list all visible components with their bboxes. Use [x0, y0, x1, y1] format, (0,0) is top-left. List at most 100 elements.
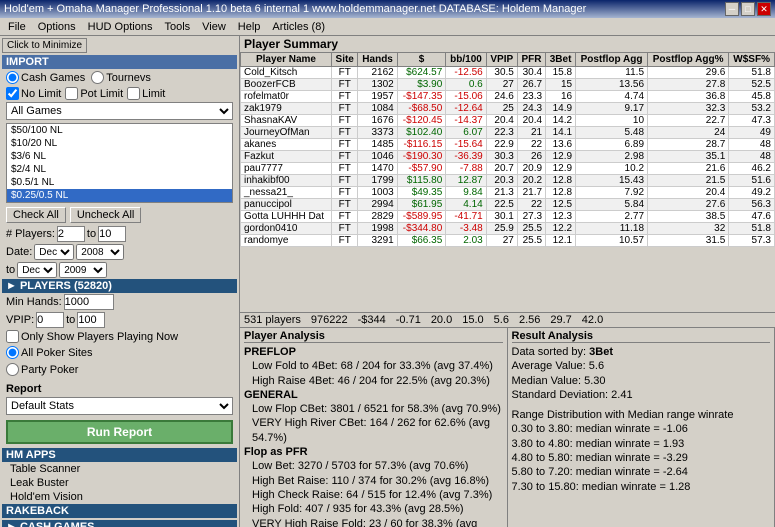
wssf-cell: 45.8 — [729, 91, 775, 103]
minimize-button[interactable]: ─ — [725, 2, 739, 16]
import-section[interactable]: IMPORT — [2, 55, 237, 69]
games-dropdown[interactable]: All Games — [6, 102, 233, 120]
vpip-cell: 21.3 — [486, 187, 517, 199]
col-hands[interactable]: Hands — [358, 53, 397, 67]
stakes-item-2[interactable]: $10/20 NL — [7, 137, 232, 150]
pot-limit-option[interactable]: Pot Limit — [65, 87, 123, 100]
vpip-from-input[interactable] — [36, 312, 64, 328]
col-player-name[interactable]: Player Name — [241, 53, 332, 67]
hm-apps-section[interactable]: HM APPS — [2, 448, 237, 462]
menu-tools[interactable]: Tools — [158, 20, 196, 34]
menu-hud-options[interactable]: HUD Options — [82, 20, 159, 34]
col-postflop-agg[interactable]: Postflop Agg — [576, 53, 648, 67]
players-to-input[interactable] — [98, 226, 126, 242]
no-limit-option[interactable]: No Limit — [6, 87, 61, 100]
col-vpip[interactable]: VPIP — [486, 53, 517, 67]
players-from-input[interactable] — [57, 226, 85, 242]
menu-options[interactable]: Options — [32, 20, 82, 34]
col-site[interactable]: Site — [331, 53, 357, 67]
table-row[interactable]: akanes FT 1485 -$116.15 -15.64 22.9 22 1… — [241, 139, 775, 151]
sorted-by: Data sorted by: 3Bet — [512, 345, 771, 359]
run-report-button[interactable]: Run Report — [6, 420, 233, 444]
menu-file[interactable]: File — [2, 20, 32, 34]
table-scanner-item[interactable]: Table Scanner — [2, 462, 237, 476]
col-pfr[interactable]: PFR — [517, 53, 545, 67]
table-row[interactable]: Gotta LUHHH Dat FT 2829 -$589.95 -41.71 … — [241, 211, 775, 223]
players-section-header[interactable]: ► PLAYERS (52820) — [2, 279, 237, 293]
menu-view[interactable]: View — [196, 20, 232, 34]
date-to-year-select[interactable]: 2009 — [59, 262, 107, 278]
table-row[interactable]: _nessa21_ FT 1003 $49.35 9.84 21.3 21.7 … — [241, 187, 775, 199]
date-from-year-select[interactable]: 2008 — [76, 244, 124, 260]
pfagg-pct-cell: 21.5 — [648, 175, 729, 187]
stakes-item-6[interactable]: $0.25/0.5 NL — [7, 189, 232, 202]
table-row[interactable]: zak1979 FT 1084 -$68.50 -12.64 25 24.3 1… — [241, 103, 775, 115]
maximize-button[interactable]: □ — [741, 2, 755, 16]
vpip-cell: 30.3 — [486, 151, 517, 163]
only-show-playing-option[interactable]: Only Show Players Playing Now — [6, 330, 233, 343]
pfr-cell: 27.3 — [517, 211, 545, 223]
vpip-cell: 20.4 — [486, 115, 517, 127]
table-row[interactable]: gordon0410 FT 1998 -$344.80 -3.48 25.9 2… — [241, 223, 775, 235]
vpip-cell: 25 — [486, 103, 517, 115]
table-row[interactable]: rofelmat0r FT 1957 -$147.35 -15.06 24.6 … — [241, 91, 775, 103]
money-cell: -$344.80 — [397, 223, 446, 235]
hands-cell: 1003 — [358, 187, 397, 199]
table-row[interactable]: randomye FT 3291 $66.35 2.03 27 25.5 12.… — [241, 235, 775, 247]
stakes-item-3[interactable]: $3/6 NL — [7, 150, 232, 163]
stakes-item-1[interactable]: $50/100 NL — [7, 124, 232, 137]
player-table-container[interactable]: Player Name Site Hands $ bb/100 VPIP PFR… — [240, 52, 775, 312]
rakeback-section[interactable]: RAKEBACK — [2, 504, 237, 518]
col-money[interactable]: $ — [397, 53, 446, 67]
menu-help[interactable]: Help — [232, 20, 267, 34]
wssf-cell: 48 — [729, 139, 775, 151]
pfagg-cell: 15.43 — [576, 175, 648, 187]
pfr-cell: 30.4 — [517, 67, 545, 79]
check-buttons: Check All Uncheck All — [2, 205, 237, 225]
stakes-item-5[interactable]: $0.5/1 NL — [7, 176, 232, 189]
table-row[interactable]: Cold_Kitsch FT 2162 $624.57 -12.56 30.5 … — [241, 67, 775, 79]
date-from-month-select[interactable]: Dec — [34, 244, 74, 260]
cash-games-section[interactable]: ► CASH GAMES — [2, 520, 237, 527]
tourneys-option[interactable]: Tournevs — [91, 71, 151, 84]
col-wssf[interactable]: W$SF% — [729, 53, 775, 67]
table-row[interactable]: JourneyOfMan FT 3373 $102.40 6.07 22.3 2… — [241, 127, 775, 139]
close-button[interactable]: ✕ — [757, 2, 771, 16]
site-cell: FT — [331, 199, 357, 211]
table-row[interactable]: pau7777 FT 1470 -$57.90 -7.88 20.7 20.9 … — [241, 163, 775, 175]
click-to-minimize-button[interactable]: Click to Minimize — [2, 38, 87, 53]
table-row[interactable]: ShasnaKAV FT 1676 -$120.45 -14.37 20.4 2… — [241, 115, 775, 127]
stakes-item-4[interactable]: $2/4 NL — [7, 163, 232, 176]
table-row[interactable]: BoozerFCB FT 1302 $3.90 0.6 27 26.7 15 1… — [241, 79, 775, 91]
menu-articles[interactable]: Articles (8) — [266, 20, 331, 34]
table-row[interactable]: Fazkut FT 1046 -$190.30 -36.39 30.3 26 1… — [241, 151, 775, 163]
date-to-month-select[interactable]: Dec — [17, 262, 57, 278]
table-row[interactable]: inhakibf00 FT 1799 $115.80 12.87 20.3 20… — [241, 175, 775, 187]
vpip-cell: 24.6 — [486, 91, 517, 103]
bb100-cell: 4.14 — [446, 199, 486, 211]
min-hands-input[interactable] — [64, 294, 114, 310]
check-all-button[interactable]: Check All — [6, 207, 66, 223]
threebet-cell: 16 — [546, 91, 576, 103]
cash-games-option[interactable]: Cash Games — [6, 71, 85, 84]
leak-buster-item[interactable]: Leak Buster — [2, 476, 237, 490]
money-cell: $102.40 — [397, 127, 446, 139]
stakes-list[interactable]: $50/100 NL $10/20 NL $3/6 NL $2/4 NL $0.… — [6, 123, 233, 203]
col-bb100[interactable]: bb/100 — [446, 53, 486, 67]
limit-option[interactable]: Limit — [127, 87, 165, 100]
site-cell: FT — [331, 235, 357, 247]
wssf-cell: 46.2 — [729, 163, 775, 175]
hands-cell: 2162 — [358, 67, 397, 79]
vpip-to-input[interactable] — [77, 312, 105, 328]
table-row[interactable]: panuccipol FT 2994 $61.95 4.14 22.5 22 1… — [241, 199, 775, 211]
all-sites-label[interactable]: All Poker Sites — [6, 346, 93, 359]
party-poker-label[interactable]: Party Poker — [6, 363, 78, 376]
col-postflop-agg-pct[interactable]: Postflop Agg% — [648, 53, 729, 67]
report-dropdown[interactable]: Default Stats — [6, 397, 233, 415]
min-hands-row: Min Hands: — [2, 293, 237, 311]
col-3bet[interactable]: 3Bet — [546, 53, 576, 67]
player-name-cell: inhakibf00 — [241, 175, 332, 187]
holdem-vision-item[interactable]: Hold'em Vision — [2, 490, 237, 504]
uncheck-all-button[interactable]: Uncheck All — [70, 207, 141, 223]
wssf-cell: 57.3 — [729, 235, 775, 247]
